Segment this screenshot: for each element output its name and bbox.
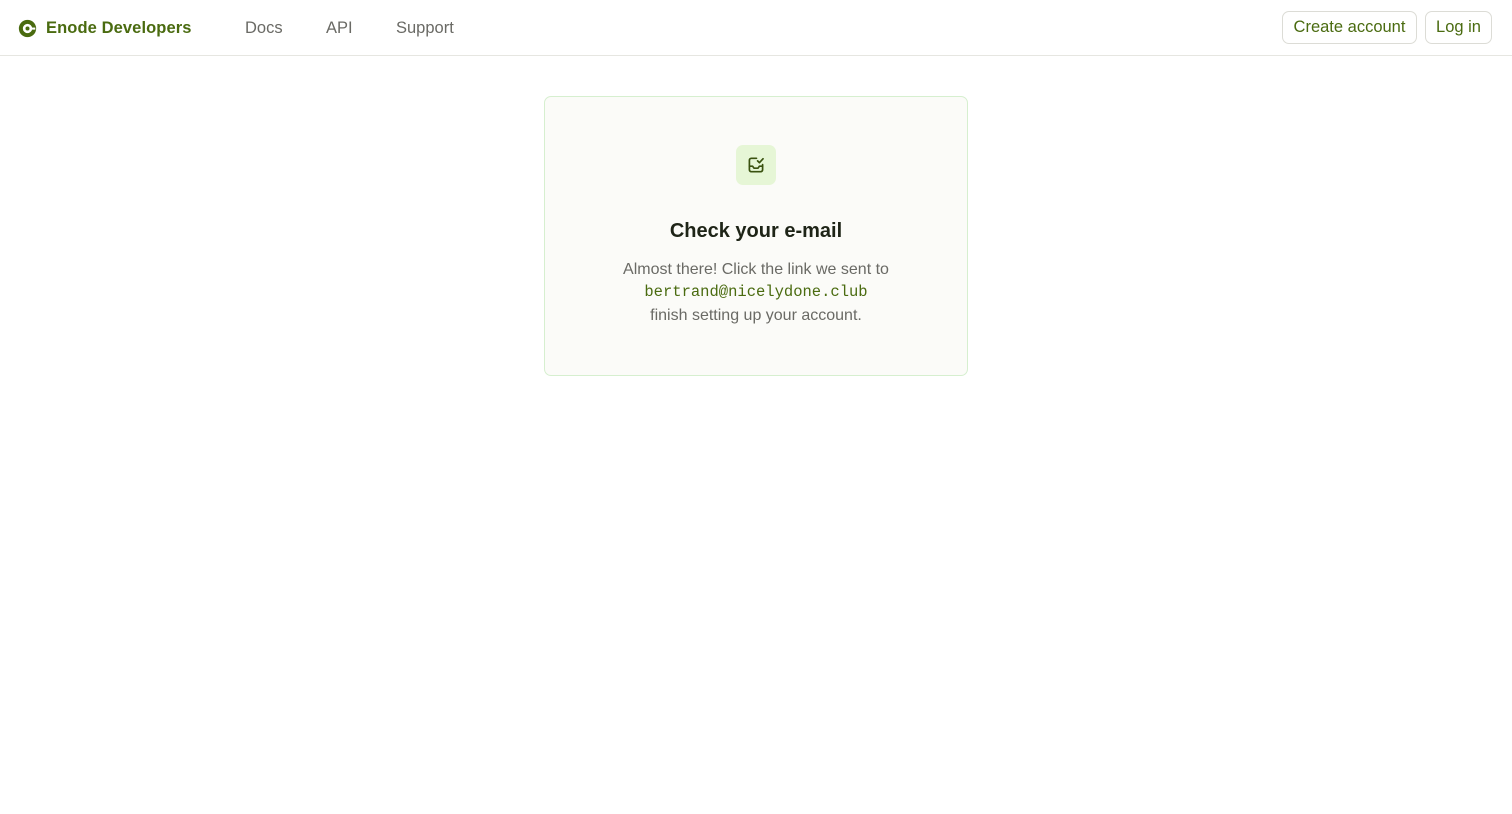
create-account-button[interactable]: Create account [1282,11,1417,44]
check-email-card: Check your e-mail Almost there! Click th… [544,96,968,376]
instruction-text-line-1: Almost there! Click the link we sent to [623,261,889,278]
nav-docs-link[interactable]: Docs [245,16,283,40]
card-title: Check your e-mail [669,220,843,242]
top-navigation-bar: Enode Developers Docs API Support Create… [0,0,1512,56]
nav-api-link[interactable]: API [326,16,353,40]
brand-name: Enode Developers [46,18,192,37]
brand-home-link[interactable]: Enode Developers [18,16,192,40]
nav-support-link[interactable]: Support [396,16,454,40]
inbox-check-icon [736,145,776,185]
log-in-button[interactable]: Log in [1425,11,1492,44]
enode-logo-icon [18,19,37,38]
instruction-text-line-2: finish setting up your account. [650,307,862,324]
recipient-email: bertrand@nicelydone.club [644,283,868,301]
